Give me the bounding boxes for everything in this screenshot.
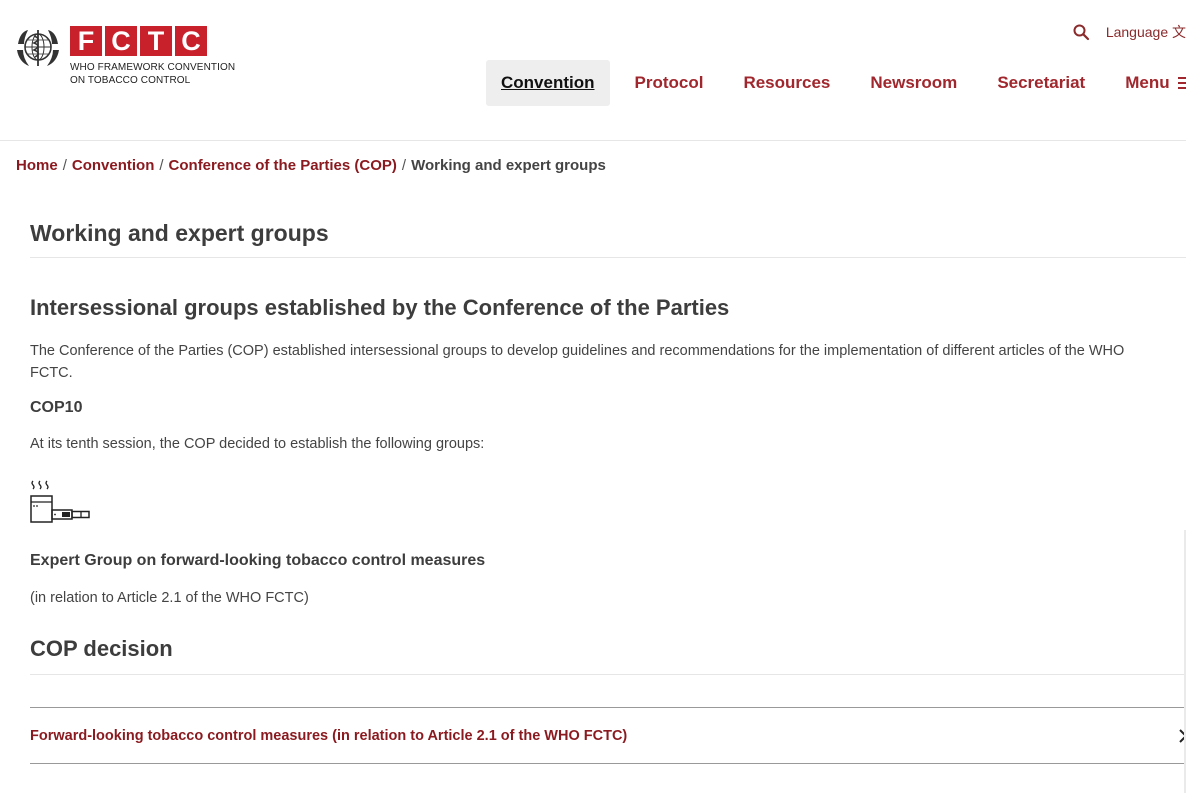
logo-wordmark: F C T C WHO FRAMEWORK CONVENTION ON TOBA… <box>70 26 235 87</box>
logo-letter: F <box>70 26 102 56</box>
fctc-letter-boxes: F C T C <box>70 26 235 56</box>
language-selector[interactable]: Language 文 <box>1106 22 1186 42</box>
nav-convention[interactable]: Convention <box>486 60 610 106</box>
search-icon[interactable] <box>1072 23 1090 41</box>
page-title: Working and expert groups <box>30 220 1186 258</box>
logo-letter: T <box>140 26 172 56</box>
breadcrumb-separator: / <box>62 157 67 174</box>
cop10-intro: At its tenth session, the COP decided to… <box>30 436 485 452</box>
utility-bar: Language 文 <box>1072 22 1186 42</box>
intro-paragraph: The Conference of the Parties (COP) esta… <box>30 343 1125 381</box>
logo-subtitle-line1: WHO FRAMEWORK CONVENTION <box>70 62 236 73</box>
nav-resources[interactable]: Resources <box>728 60 845 106</box>
cop10-heading: COP10 <box>30 399 83 416</box>
group-subtitle: (in relation to Article 2.1 of the WHO F… <box>30 590 309 606</box>
nav-newsroom[interactable]: Newsroom <box>855 60 972 106</box>
breadcrumb-separator: / <box>401 157 407 174</box>
breadcrumb-home[interactable]: Home <box>16 157 58 174</box>
breadcrumb-separator: / <box>159 157 164 174</box>
main-content: Working and expert groups Intersessional… <box>30 200 1186 764</box>
hamburger-icon <box>1177 77 1186 89</box>
section-title: Intersessional groups established by the… <box>30 295 730 320</box>
breadcrumb-convention[interactable]: Convention <box>72 157 155 174</box>
breadcrumb: Home / Convention / Conference of the Partie… <box>16 157 606 174</box>
breadcrumb-current: Working and expert groups <box>411 157 606 174</box>
logo-letter: C <box>105 26 137 56</box>
menu-button[interactable]: Menu <box>1110 60 1186 106</box>
main-navigation: Convention Protocol Resources Newsroom S… <box>486 60 1186 106</box>
decision-link[interactable]: Forward-looking tobacco control measures… <box>30 728 627 744</box>
logo-letter: C <box>175 26 207 56</box>
fctc-logo[interactable]: F C T C WHO FRAMEWORK CONVENTION ON TOBA… <box>14 26 235 87</box>
nav-protocol[interactable]: Protocol <box>620 60 719 106</box>
tobacco-products-icon <box>30 480 90 523</box>
menu-label: Menu <box>1125 73 1170 92</box>
decision-accordion-row[interactable]: Forward-looking tobacco control measures… <box>30 707 1186 764</box>
who-emblem-icon <box>17 30 59 66</box>
logo-subtitle-line2: ON TOBACCO CONTROL <box>70 75 191 86</box>
nav-secretariat[interactable]: Secretariat <box>982 60 1100 106</box>
group-title: Expert Group on forward-looking tobacco … <box>30 552 486 569</box>
breadcrumb-cop[interactable]: Conference of the Parties (COP) <box>169 157 397 174</box>
logo-subtitle: WHO FRAMEWORK CONVENTION ON TOBACCO CONT… <box>70 61 235 87</box>
cop-decision-heading: COP decision <box>30 636 1186 675</box>
site-header: F C T C WHO FRAMEWORK CONVENTION ON TOBA… <box>0 0 1186 141</box>
